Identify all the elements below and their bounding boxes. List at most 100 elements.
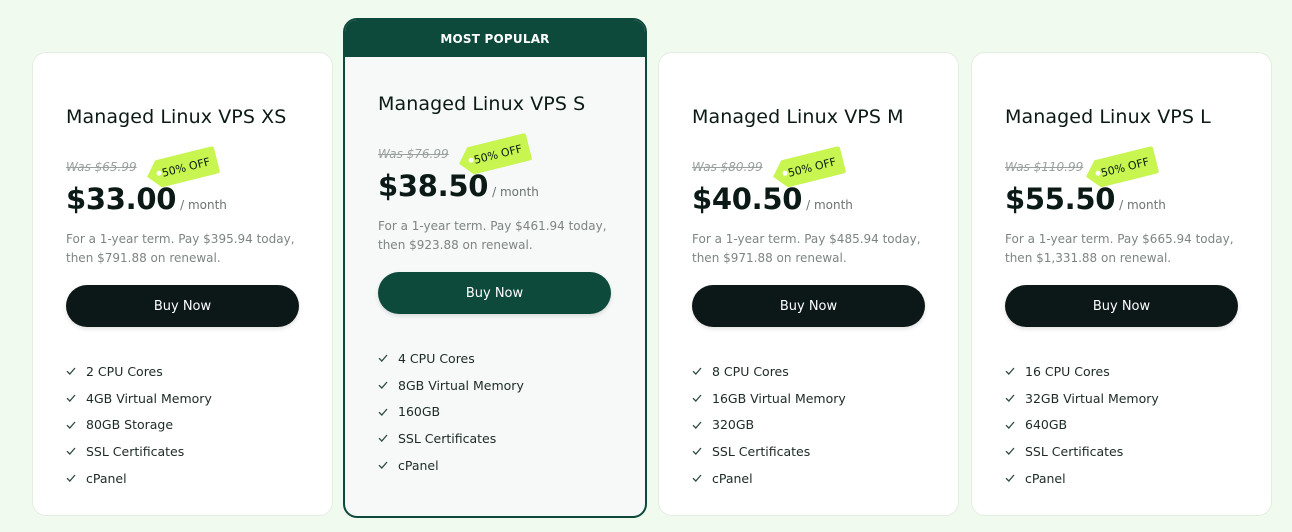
feature-item: 8GB Virtual Memory — [378, 372, 612, 399]
price: $38.50 / month — [378, 169, 539, 203]
feature-label: 320GB — [712, 417, 755, 433]
feature-label: cPanel — [398, 457, 439, 473]
check-icon — [66, 421, 76, 429]
price: $55.50 / month — [1005, 182, 1166, 216]
check-icon — [66, 447, 76, 456]
buy-now-button[interactable]: Buy Now — [692, 285, 925, 327]
buy-now-button[interactable]: Buy Now — [66, 285, 299, 327]
discount-label: 50% OFF — [786, 154, 838, 180]
check-icon — [692, 394, 702, 402]
discount-label: 50% OFF — [472, 141, 524, 167]
buy-now-button[interactable]: Buy Now — [1005, 285, 1238, 327]
feature-label: 80GB Storage — [86, 417, 174, 433]
feature-label: SSL Certificates — [398, 430, 497, 446]
billing-terms: For a 1-year term. Pay $665.94 today, th… — [1005, 232, 1234, 265]
feature-item: cPanel — [378, 452, 612, 479]
check-icon — [1005, 394, 1015, 402]
price-period: / month — [180, 198, 227, 212]
price-block: Was $65.99 50% OFF $33.00 / month — [66, 130, 300, 230]
plan-title: Managed Linux VPS M — [692, 106, 904, 128]
feature-item: SSL Certificates — [66, 438, 300, 465]
feature-label: SSL Certificates — [712, 443, 811, 459]
feature-label: 16 CPU Cores — [1025, 363, 1110, 379]
check-icon — [692, 367, 702, 376]
check-icon — [1005, 447, 1015, 456]
price-period: / month — [492, 185, 539, 199]
price-period: / month — [806, 198, 853, 212]
plan-title: Managed Linux VPS S — [378, 93, 586, 115]
feature-list: 16 CPU Cores 32GB Virtual Memory 640GB S… — [1005, 358, 1239, 491]
price-block: Was $110.99 50% OFF $55.50 / month — [1005, 130, 1239, 230]
feature-label: 32GB Virtual Memory — [1025, 390, 1159, 406]
feature-item: cPanel — [692, 465, 926, 492]
most-popular-badge: MOST POPULAR — [345, 20, 645, 57]
check-icon — [66, 367, 76, 376]
check-icon — [378, 434, 388, 443]
price-amount: $55.50 — [1005, 182, 1116, 216]
tag-hole-icon — [156, 170, 162, 176]
feature-label: 160GB — [398, 404, 441, 420]
feature-item: SSL Certificates — [1005, 438, 1239, 465]
check-icon — [692, 474, 702, 483]
discount-label: 50% OFF — [1099, 154, 1151, 180]
feature-item: 8 CPU Cores — [692, 358, 926, 385]
plan-card-s: MOST POPULAR Managed Linux VPS S Was $76… — [343, 18, 647, 518]
feature-item: cPanel — [1005, 465, 1239, 492]
feature-label: cPanel — [1025, 470, 1066, 486]
billing-terms: For a 1-year term. Pay $485.94 today, th… — [692, 232, 921, 265]
feature-item: 32GB Virtual Memory — [1005, 385, 1239, 412]
buy-now-button[interactable]: Buy Now — [378, 272, 611, 314]
plan-title: Managed Linux VPS L — [1005, 106, 1211, 128]
original-price: Was $65.99 — [66, 160, 137, 174]
feature-list: 4 CPU Cores 8GB Virtual Memory 160GB SSL… — [378, 345, 612, 478]
original-price: Was $80.99 — [692, 160, 763, 174]
check-icon — [1005, 474, 1015, 483]
check-icon — [692, 447, 702, 456]
billing-terms: For a 1-year term. Pay $395.94 today, th… — [66, 232, 295, 265]
check-icon — [66, 394, 76, 402]
plan-card-l: Managed Linux VPS L Was $110.99 50% OFF … — [971, 52, 1272, 516]
plan-card-xs: Managed Linux VPS XS Was $65.99 50% OFF … — [32, 52, 333, 516]
feature-list: 8 CPU Cores 16GB Virtual Memory 320GB SS… — [692, 358, 926, 491]
price-amount: $33.00 — [66, 182, 177, 216]
plan-card-content: Managed Linux VPS L Was $110.99 50% OFF … — [1005, 90, 1239, 491]
billing-terms: For a 1-year term. Pay $461.94 today, th… — [378, 219, 607, 252]
feature-item: 4GB Virtual Memory — [66, 385, 300, 412]
feature-item: 640GB — [1005, 411, 1239, 438]
original-price: Was $76.99 — [378, 147, 449, 161]
price: $40.50 / month — [692, 182, 853, 216]
check-icon — [66, 474, 76, 483]
feature-label: SSL Certificates — [86, 443, 185, 459]
feature-label: SSL Certificates — [1025, 443, 1124, 459]
discount-label: 50% OFF — [160, 154, 212, 180]
feature-label: cPanel — [712, 470, 753, 486]
feature-label: 4GB Virtual Memory — [86, 390, 212, 406]
check-icon — [692, 421, 702, 429]
feature-item: 160GB — [378, 398, 612, 425]
feature-label: 8 CPU Cores — [712, 363, 789, 379]
tag-hole-icon — [782, 170, 788, 176]
feature-item: SSL Certificates — [378, 425, 612, 452]
price-period: / month — [1119, 198, 1166, 212]
feature-item: 16GB Virtual Memory — [692, 385, 926, 412]
feature-label: 16GB Virtual Memory — [712, 390, 846, 406]
check-icon — [378, 461, 388, 470]
feature-label: 4 CPU Cores — [398, 350, 475, 366]
feature-item: SSL Certificates — [692, 438, 926, 465]
check-icon — [378, 381, 388, 389]
plan-title: Managed Linux VPS XS — [66, 106, 287, 128]
feature-label: 2 CPU Cores — [86, 363, 163, 379]
feature-list: 2 CPU Cores 4GB Virtual Memory 80GB Stor… — [66, 358, 300, 491]
feature-label: cPanel — [86, 470, 127, 486]
plan-card-content: Managed Linux VPS S Was $76.99 50% OFF $… — [378, 91, 612, 478]
feature-label: 8GB Virtual Memory — [398, 377, 524, 393]
feature-label: 640GB — [1025, 417, 1068, 433]
feature-item: 80GB Storage — [66, 411, 300, 438]
price-amount: $38.50 — [378, 169, 489, 203]
price: $33.00 / month — [66, 182, 227, 216]
feature-item: 320GB — [692, 411, 926, 438]
feature-item: 4 CPU Cores — [378, 345, 612, 372]
plan-card-content: Managed Linux VPS XS Was $65.99 50% OFF … — [66, 90, 300, 491]
feature-item: cPanel — [66, 465, 300, 492]
plan-card-content: Managed Linux VPS M Was $80.99 50% OFF $… — [692, 90, 926, 491]
